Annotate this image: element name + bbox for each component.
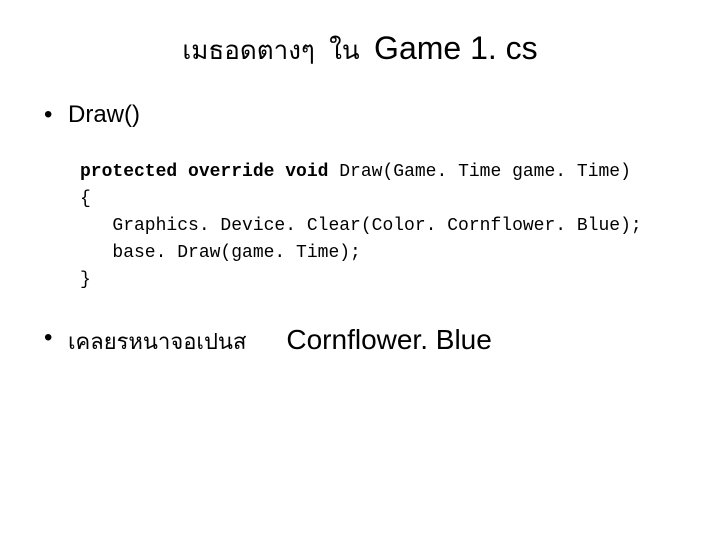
title-part-2: ใน bbox=[329, 35, 359, 65]
title-filename: Game 1. cs bbox=[374, 30, 538, 66]
code-line4: base. Draw(game. Time); bbox=[80, 243, 361, 263]
code-line1-keywords: protected override void bbox=[80, 162, 328, 182]
slide-title: เมธอดตางๆ ใน Game 1. cs bbox=[40, 30, 680, 71]
bullet-list-2: เคลยรหนาจอเปนส Cornflower. Blue bbox=[40, 324, 680, 359]
bullet-clear-label: เคลยรหนาจอเปนส bbox=[68, 324, 246, 359]
bullet-draw: Draw() bbox=[40, 101, 680, 129]
code-line3: Graphics. Device. Clear(Color. Cornflowe… bbox=[80, 216, 642, 236]
bullet-list: Draw() bbox=[40, 101, 680, 129]
title-part-1: เมธอดตางๆ bbox=[182, 35, 315, 65]
code-line5: } bbox=[80, 270, 91, 290]
code-line1-rest: Draw(Game. Time game. Time) bbox=[328, 162, 630, 182]
slide: เมธอดตางๆ ใน Game 1. cs Draw() protected… bbox=[0, 0, 720, 540]
bullet-clear-value: Cornflower. Blue bbox=[286, 324, 491, 356]
bullet-clear-screen: เคลยรหนาจอเปนส Cornflower. Blue bbox=[40, 324, 680, 359]
code-block: protected override void Draw(Game. Time … bbox=[80, 159, 680, 294]
code-line2: { bbox=[80, 189, 91, 209]
